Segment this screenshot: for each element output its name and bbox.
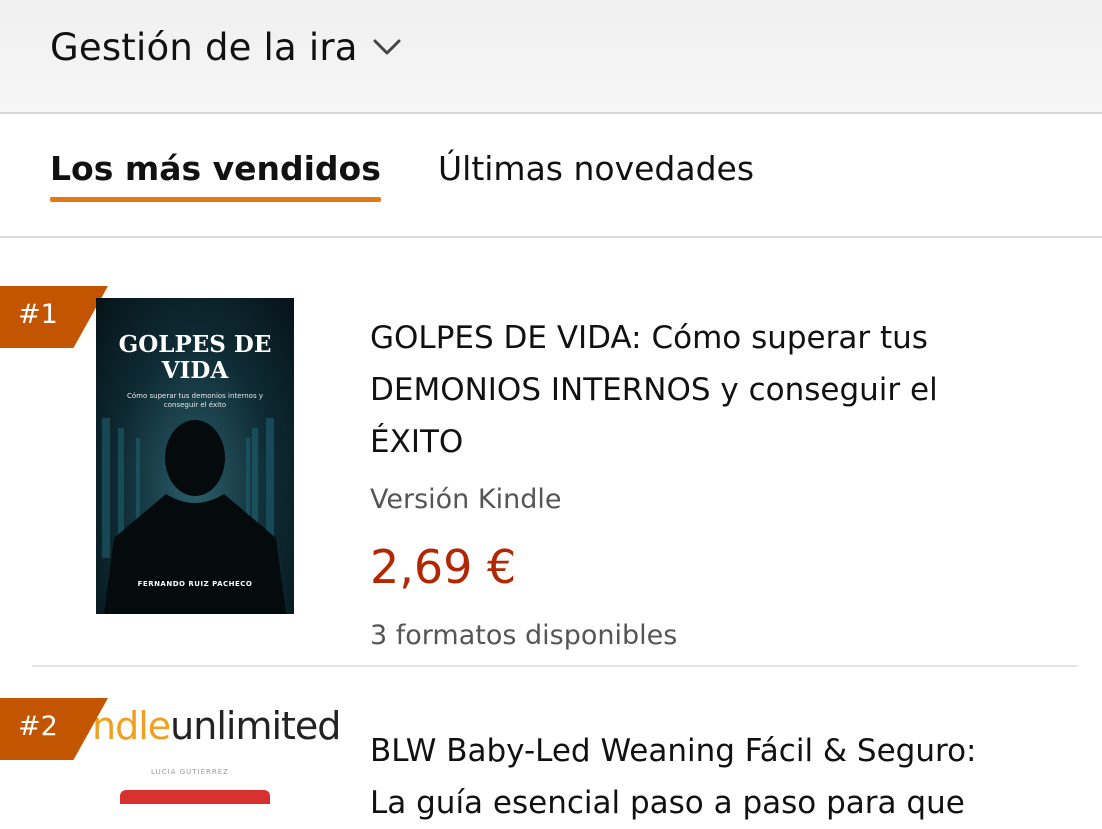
cover-author: FERNANDO RUIZ PACHECO (137, 580, 253, 588)
item-divider (32, 665, 1078, 667)
cover-title: GOLPES DE VIDA (118, 331, 272, 384)
chevron-down-icon (373, 39, 401, 55)
active-tab-indicator (50, 197, 381, 202)
tab-new-releases[interactable]: Últimas novedades (438, 149, 754, 188)
book-price: 2,69 € (370, 540, 517, 594)
book-title-link[interactable]: BLW Baby-Led Weaning Fácil & Seguro: La … (370, 725, 976, 829)
cover-subtitle: Cómo superar tus demonios internos y con… (127, 392, 263, 409)
tab-bar: Los más vendidos Últimas novedades (0, 114, 1102, 238)
rank-badge: #1 (0, 286, 108, 348)
rank-number: #2 (18, 711, 58, 742)
tab-best-sellers[interactable]: Los más vendidos (50, 149, 381, 202)
tab-best-sellers-label: Los más vendidos (50, 149, 381, 188)
rank-number: #1 (18, 299, 58, 330)
formats-available-link[interactable]: 3 formatos disponibles (370, 620, 677, 651)
book-title-link[interactable]: GOLPES DE VIDA: Cómo superar tus DEMONIO… (370, 312, 938, 468)
book-cover[interactable] (120, 790, 270, 804)
tab-new-releases-label: Últimas novedades (438, 149, 755, 188)
category-dropdown[interactable]: Gestión de la ira (50, 22, 402, 72)
cover-author: LUCIA GUTIERREZ (151, 768, 229, 776)
book-format: Versión Kindle (370, 484, 562, 515)
book-cover[interactable]: GOLPES DE VIDA Cómo superar tus demonios… (96, 298, 294, 614)
kindle-unlimited-logo: ndleunlimited (92, 704, 341, 748)
category-label: Gestión de la ira (50, 25, 358, 69)
category-header: Gestión de la ira (0, 0, 1102, 114)
